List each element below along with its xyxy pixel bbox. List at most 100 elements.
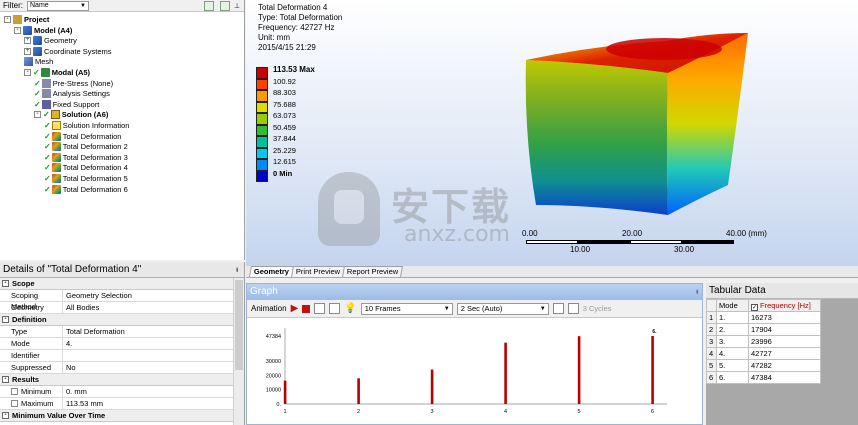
tree-item[interactable]: ✓ Total Deformation 6	[44, 184, 128, 195]
tree-item[interactable]: ✓ Total Deformation 4	[44, 162, 128, 173]
tabular-data-panel: Tabular Data Mode ✓ Frequency [Hz] 1 1. 162…	[706, 283, 858, 425]
chart-bar[interactable]	[357, 378, 360, 404]
details-value[interactable]: All Bodies	[63, 302, 244, 313]
chart-bar[interactable]	[504, 342, 507, 404]
chart-bar[interactable]	[651, 336, 654, 404]
pin-icon[interactable]: ᵻ	[696, 284, 698, 300]
deformed-cube-model[interactable]	[516, 15, 756, 227]
tree-item[interactable]: ✓ Solution Information	[44, 120, 129, 131]
collapse-icon[interactable]: -	[14, 26, 21, 34]
legend-color-swatch	[256, 147, 268, 159]
details-value[interactable]: Geometry Selection	[63, 290, 244, 301]
details-value[interactable]: 0. mm	[63, 386, 244, 397]
details-section-header[interactable]: - Scope	[0, 278, 244, 290]
collapse-icon[interactable]: -	[4, 16, 11, 23]
chart-bar[interactable]	[283, 380, 287, 404]
table-row[interactable]: 3 3. 23996	[706, 335, 821, 348]
collapse-icon[interactable]: -	[2, 316, 9, 323]
table-row[interactable]: 5 5. 47282	[706, 359, 821, 372]
tab-geometry[interactable]: Geometry	[249, 266, 294, 277]
tree-item[interactable]: Mesh	[24, 56, 53, 67]
distributed-frames-icon[interactable]	[314, 303, 326, 314]
chart-bar[interactable]	[577, 336, 581, 404]
collapse-icon[interactable]: -	[34, 111, 41, 119]
tab-print-preview[interactable]: Print Preview	[291, 266, 346, 277]
details-row[interactable]: Minimum 0. mm	[0, 386, 244, 398]
duration-dropdown[interactable]: 2 Sec (Auto)	[456, 302, 549, 315]
status-check-icon: ✓	[34, 89, 41, 99]
details-section-header[interactable]: - Results	[0, 374, 244, 386]
status-check-icon: ✓	[43, 110, 50, 120]
tree-item[interactable]: ✓ Total Deformation 5	[44, 173, 128, 184]
tree-item[interactable]: ✓ Analysis Settings	[34, 88, 110, 99]
table-row[interactable]: 2 2. 17904	[706, 323, 821, 336]
checkbox-icon[interactable]: ✓	[751, 303, 758, 311]
frequency-header[interactable]: ✓ Frequency [Hz]	[748, 299, 821, 312]
collapse-icon[interactable]: -	[2, 376, 9, 383]
result-info: Total Deformation 4 Type: Total Deformati…	[258, 3, 342, 53]
legend-color-swatch	[256, 170, 268, 182]
graphics-viewport[interactable]: Total Deformation 4 Type: Total Deformati…	[246, 0, 858, 266]
y-tick-label: 20000	[266, 373, 281, 379]
details-row[interactable]: Geometry All Bodies	[0, 302, 244, 314]
details-section-label: Results	[12, 375, 40, 384]
tree-item[interactable]: ✓ Pre-Stress (None)	[34, 78, 113, 89]
tree-item[interactable]: + Geometry	[24, 35, 77, 46]
scale-label: 20.00	[622, 229, 643, 238]
check-icon[interactable]	[220, 0, 230, 11]
tree-item[interactable]: - ✓ Solution (A6)	[34, 109, 108, 120]
expand-icon[interactable]: +	[24, 47, 31, 55]
tree-item-label: Total Deformation 2	[62, 142, 128, 152]
details-row[interactable]: Maximum 113.53 mm	[0, 398, 244, 410]
mode-cell: 4.	[716, 347, 749, 360]
details-value[interactable]: No	[63, 362, 244, 373]
zoom-icon[interactable]	[567, 303, 579, 314]
chart-bar[interactable]	[430, 369, 434, 404]
lightbulb-icon[interactable]: 💡	[344, 303, 356, 314]
tree-item[interactable]: ✓ Total Deformation	[44, 131, 121, 142]
details-scrollbar[interactable]	[233, 278, 244, 425]
collapse-icon[interactable]: -	[2, 412, 9, 419]
export-icon[interactable]	[552, 303, 564, 314]
details-row[interactable]: Type Total Deformation	[0, 326, 244, 338]
tree-item-label: Solution Information	[62, 121, 130, 130]
mode-cell: 3.	[716, 335, 749, 348]
details-row[interactable]: Identifier	[0, 350, 244, 362]
expand-icon[interactable]: +	[24, 37, 31, 45]
details-row[interactable]: Suppressed No	[0, 362, 244, 374]
details-value[interactable]	[63, 350, 244, 361]
details-section-header[interactable]: - Definition	[0, 314, 244, 326]
collapse-icon[interactable]: -	[2, 280, 9, 287]
tree-item[interactable]: ✓ Total Deformation 2	[44, 141, 128, 152]
details-section-header[interactable]: - Minimum Value Over Time	[0, 410, 244, 422]
tree-item[interactable]: + Coordinate Systems	[24, 46, 112, 57]
tree-item[interactable]: ✓ Total Deformation 3	[44, 152, 128, 163]
mode-header[interactable]: Mode	[716, 299, 749, 312]
tree-item[interactable]: ✓ Fixed Support	[34, 99, 99, 110]
details-row[interactable]: Scoping Method Geometry Selection	[0, 290, 244, 311]
table-row[interactable]: 1 1. 16273	[706, 311, 821, 324]
play-icon[interactable]: ▶	[291, 303, 299, 314]
pin-icon[interactable]: ᵻ	[236, 262, 238, 277]
details-value[interactable]: Total Deformation	[63, 326, 244, 337]
details-row[interactable]: Mode 4.	[0, 338, 244, 350]
frequency-bar-chart[interactable]: 47384 30000 20000 10000 0. 6. 1 2 3 4 5 6	[247, 318, 702, 424]
result-sets-icon[interactable]	[329, 303, 341, 314]
tree-item[interactable]: - Project	[4, 14, 49, 25]
frames-dropdown[interactable]: 10 Frames	[360, 302, 453, 315]
details-value[interactable]: 4.	[63, 338, 244, 349]
table-row[interactable]: 4 4. 42727	[706, 347, 821, 360]
filter-dropdown[interactable]: Name	[27, 0, 89, 11]
parameter-checkbox[interactable]	[11, 388, 18, 395]
collapse-icon[interactable]: -	[24, 69, 31, 76]
details-value[interactable]: 113.53 mm	[63, 398, 244, 409]
tree-item[interactable]: - ✓ Modal (A5)	[24, 67, 90, 78]
scrollbar-thumb[interactable]	[235, 280, 243, 370]
tree-item[interactable]: - Model (A4)	[14, 25, 72, 36]
pin-icon[interactable]: ⊥	[234, 2, 242, 10]
table-row[interactable]: 6 6. 47384	[706, 371, 821, 384]
parameter-checkbox[interactable]	[11, 400, 18, 407]
tab-report-preview[interactable]: Report Preview	[342, 266, 404, 277]
refresh-icon[interactable]	[204, 0, 214, 11]
stop-icon[interactable]	[302, 304, 311, 313]
